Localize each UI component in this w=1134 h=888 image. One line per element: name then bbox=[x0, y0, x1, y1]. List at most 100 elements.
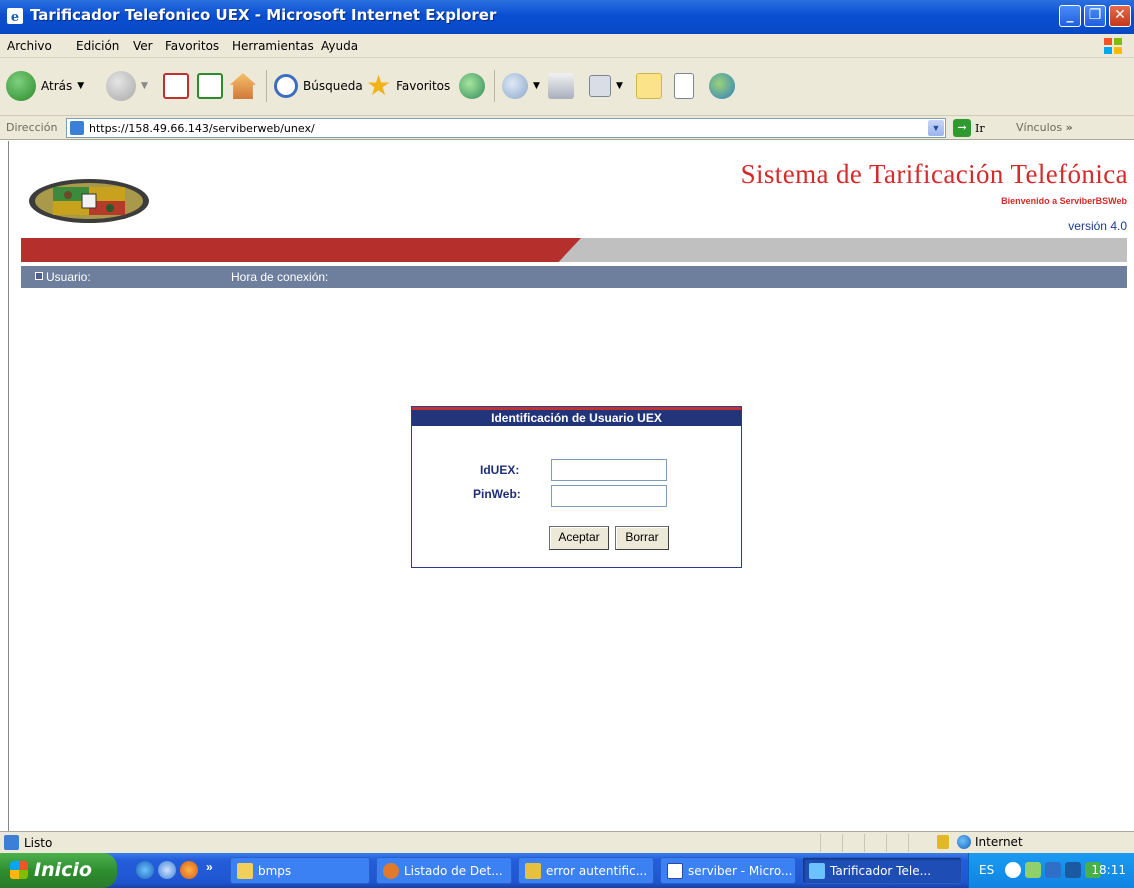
tray-app-icon[interactable] bbox=[1045, 862, 1061, 878]
mail-icon bbox=[502, 73, 528, 99]
search-button[interactable]: Búsqueda bbox=[274, 68, 363, 104]
task-serviber[interactable]: serviber - Micro... bbox=[660, 857, 796, 884]
search-label: Búsqueda bbox=[303, 79, 363, 93]
history-button[interactable] bbox=[459, 68, 485, 104]
user-label: Usuario: bbox=[46, 270, 91, 284]
menu-archivo[interactable]: Archivo bbox=[7, 39, 52, 53]
edit-button[interactable]: ▼ bbox=[589, 68, 623, 104]
refresh-button[interactable] bbox=[197, 68, 223, 104]
close-button[interactable]: ✕ bbox=[1109, 5, 1131, 27]
menu-ayuda[interactable]: Ayuda bbox=[321, 39, 358, 53]
ie-icon bbox=[809, 862, 825, 879]
discuss-button[interactable] bbox=[636, 68, 662, 104]
firefox-icon bbox=[383, 862, 399, 879]
system-tray: ES 18:11 bbox=[968, 853, 1134, 888]
task-bmps[interactable]: bmps bbox=[230, 857, 370, 884]
ie-alt-quicklaunch-icon[interactable] bbox=[158, 861, 176, 879]
toolbar-separator bbox=[494, 70, 495, 102]
research-button[interactable] bbox=[674, 68, 694, 104]
links-menu[interactable]: Vínculos » bbox=[1016, 121, 1073, 134]
internet-globe-icon bbox=[957, 835, 971, 849]
links-label: Vínculos bbox=[1016, 121, 1063, 134]
task-listado[interactable]: Listado de Det... bbox=[376, 857, 512, 884]
lock-icon bbox=[937, 835, 949, 849]
forward-dropdown-icon[interactable]: ▼ bbox=[141, 81, 148, 91]
university-logo bbox=[29, 179, 149, 223]
network-icon[interactable] bbox=[1025, 862, 1041, 878]
menu-ver[interactable]: Ver bbox=[133, 39, 153, 53]
start-button[interactable]: Inicio bbox=[0, 853, 117, 888]
minimize-icon: _ bbox=[1066, 7, 1074, 23]
taskbar: Inicio » bmps Listado de Det... error au… bbox=[0, 853, 1134, 888]
tray-collapse-icon[interactable] bbox=[1005, 862, 1021, 878]
menu-edicion[interactable]: Edición bbox=[76, 39, 119, 53]
mail-dropdown-icon[interactable]: ▼ bbox=[533, 81, 540, 91]
task-label: bmps bbox=[258, 863, 292, 878]
clear-button[interactable]: Borrar bbox=[615, 526, 669, 550]
menu-favoritos[interactable]: Favoritos bbox=[165, 39, 219, 53]
close-icon: ✕ bbox=[1114, 7, 1126, 23]
volume-icon[interactable] bbox=[1065, 862, 1081, 878]
forward-button[interactable]: ▼ bbox=[106, 68, 148, 104]
address-label: Dirección bbox=[6, 121, 58, 134]
home-button[interactable] bbox=[230, 68, 256, 104]
status-cell bbox=[886, 834, 904, 852]
header-band-red bbox=[21, 238, 581, 262]
edit-dropdown-icon[interactable]: ▼ bbox=[616, 81, 623, 91]
task-label: error autentific... bbox=[546, 863, 648, 878]
iduex-label: IdUEX: bbox=[480, 463, 520, 477]
stop-button[interactable] bbox=[163, 68, 189, 104]
bullet-icon bbox=[35, 272, 43, 280]
firefox-quicklaunch-icon[interactable] bbox=[180, 861, 198, 879]
address-dropdown-icon[interactable]: ▼ bbox=[928, 120, 944, 136]
task-tarificador[interactable]: Tarificador Tele... bbox=[802, 857, 962, 884]
quicklaunch-more-icon[interactable]: » bbox=[206, 860, 213, 874]
menu-bar: Archivo Edición Ver Favoritos Herramient… bbox=[0, 34, 1134, 58]
favorites-button[interactable]: ★ Favoritos bbox=[366, 68, 450, 104]
status-cell bbox=[908, 834, 926, 852]
welcome-text: Bienvenido a ServiberBSWeb bbox=[1001, 196, 1127, 206]
stop-icon bbox=[163, 73, 189, 99]
zone-label: Internet bbox=[975, 835, 1023, 849]
maximize-button[interactable]: ❐ bbox=[1084, 5, 1106, 27]
folder-icon bbox=[237, 862, 253, 879]
back-dropdown-icon[interactable]: ▼ bbox=[77, 81, 84, 91]
go-label: Ir bbox=[975, 121, 985, 135]
messenger-icon bbox=[709, 73, 735, 99]
address-input[interactable]: https://158.49.66.143/serviberweb/unex/ … bbox=[66, 118, 946, 138]
task-error[interactable]: error autentific... bbox=[518, 857, 654, 884]
status-text: Listo bbox=[24, 836, 53, 850]
back-label: Atrás bbox=[41, 79, 73, 93]
home-icon bbox=[230, 73, 256, 99]
pinweb-input[interactable] bbox=[551, 485, 667, 507]
ie-quicklaunch-icon[interactable] bbox=[136, 861, 154, 879]
history-icon bbox=[459, 73, 485, 99]
messenger-button[interactable] bbox=[709, 68, 735, 104]
task-label: Listado de Det... bbox=[404, 863, 503, 878]
mail-button[interactable]: ▼ bbox=[502, 68, 540, 104]
accept-button[interactable]: Aceptar bbox=[549, 526, 609, 550]
iduex-input[interactable] bbox=[551, 459, 667, 481]
go-arrow-icon: → bbox=[953, 119, 971, 137]
back-button[interactable]: Atrás ▼ bbox=[6, 68, 84, 104]
restore-icon: ❐ bbox=[1088, 7, 1102, 23]
menu-herramientas[interactable]: Herramientas bbox=[232, 39, 314, 53]
start-label: Inicio bbox=[34, 859, 92, 881]
svg-text:e: e bbox=[11, 10, 19, 25]
login-panel: Identificación de Usuario UEX IdUEX: Pin… bbox=[411, 406, 742, 568]
header-band bbox=[21, 238, 1127, 262]
pinweb-label: PinWeb: bbox=[473, 487, 521, 501]
minimize-button[interactable]: _ bbox=[1059, 5, 1081, 27]
ie-page-icon: e bbox=[7, 8, 23, 25]
security-zone[interactable]: Internet bbox=[957, 835, 1023, 849]
forward-arrow-icon bbox=[106, 71, 136, 101]
page-content: Sistema de Tarificación Telefónica Bienv… bbox=[8, 141, 1130, 831]
print-button[interactable] bbox=[548, 68, 574, 104]
go-button[interactable]: → Ir bbox=[953, 119, 985, 137]
page-icon bbox=[70, 121, 84, 135]
language-indicator[interactable]: ES bbox=[979, 863, 994, 877]
star-icon: ★ bbox=[366, 69, 392, 102]
research-icon bbox=[674, 73, 694, 99]
version-text: versión 4.0 bbox=[1068, 219, 1127, 233]
chevron-right-icon: » bbox=[1065, 121, 1073, 134]
